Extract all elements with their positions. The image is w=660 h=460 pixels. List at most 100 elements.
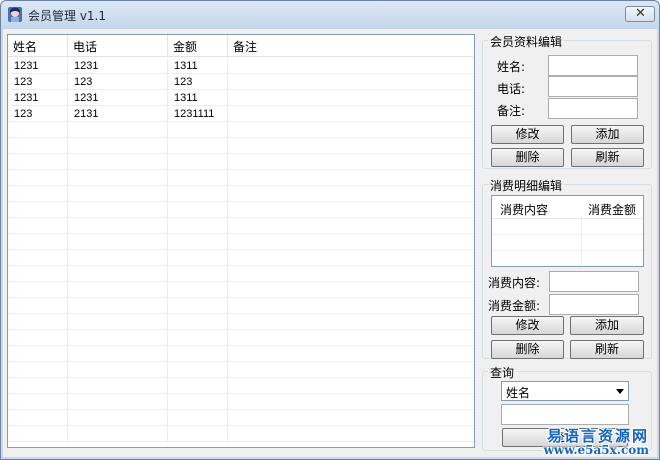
table-cell	[68, 346, 168, 362]
consume-amount-field[interactable]	[549, 294, 639, 315]
empty-table-row[interactable]	[8, 410, 474, 426]
empty-table-row[interactable]	[8, 426, 474, 442]
table-cell	[168, 394, 228, 410]
name-field[interactable]	[548, 55, 638, 76]
close-icon: ✕	[635, 6, 646, 21]
table-cell	[228, 266, 474, 282]
member-refresh-button[interactable]: 刷新	[571, 148, 644, 167]
empty-table-row[interactable]	[8, 314, 474, 330]
table-cell	[68, 266, 168, 282]
table-cell	[228, 106, 474, 122]
consume-add-button[interactable]: 添加	[570, 316, 644, 335]
empty-table-row[interactable]	[8, 298, 474, 314]
consume-row-line	[492, 250, 643, 251]
column-header-amount[interactable]: 金额	[168, 35, 228, 57]
table-cell: 123	[68, 74, 168, 90]
empty-table-row[interactable]	[8, 170, 474, 186]
table-cell	[8, 346, 68, 362]
empty-table-row[interactable]	[8, 330, 474, 346]
table-cell	[228, 154, 474, 170]
table-cell: 123	[8, 74, 68, 90]
consume-edit-group: 消费明细编辑 消费内容 消费金额 消费内容: 消费金额: 修改 添加 删除 刷新	[482, 177, 652, 359]
empty-table-row[interactable]	[8, 186, 474, 202]
empty-table-row[interactable]	[8, 346, 474, 362]
table-cell: 1231	[8, 90, 68, 106]
table-cell: 2131	[68, 106, 168, 122]
table-cell	[228, 170, 474, 186]
consume-content-field[interactable]	[549, 271, 639, 292]
table-cell	[228, 250, 474, 266]
empty-table-row[interactable]	[8, 250, 474, 266]
table-cell	[68, 362, 168, 378]
empty-table-row[interactable]	[8, 138, 474, 154]
table-cell	[168, 122, 228, 138]
table-cell	[228, 74, 474, 90]
table-cell: 1231111	[168, 106, 228, 122]
title-bar[interactable]: 会员管理 v1.1 ✕	[1, 1, 659, 29]
column-header-note[interactable]: 备注	[228, 35, 474, 57]
query-field-select[interactable]: 姓名	[501, 381, 629, 401]
phone-field[interactable]	[548, 76, 638, 97]
column-header-name[interactable]: 姓名	[8, 35, 68, 57]
table-cell	[228, 410, 474, 426]
consume-column-content[interactable]: 消费内容	[500, 201, 548, 218]
table-cell: 123	[8, 106, 68, 122]
table-cell	[228, 138, 474, 154]
table-cell	[168, 138, 228, 154]
note-label: 备注:	[497, 104, 526, 118]
table-cell	[8, 410, 68, 426]
empty-table-row[interactable]	[8, 362, 474, 378]
consume-delete-button[interactable]: 删除	[491, 340, 564, 359]
table-cell	[228, 298, 474, 314]
table-cell	[68, 298, 168, 314]
empty-table-row[interactable]	[8, 266, 474, 282]
table-cell	[168, 410, 228, 426]
consume-modify-button[interactable]: 修改	[491, 316, 564, 335]
consume-refresh-button[interactable]: 刷新	[570, 340, 644, 359]
table-cell	[168, 362, 228, 378]
chevron-down-icon[interactable]	[616, 389, 624, 394]
table-cell	[68, 394, 168, 410]
table-cell	[8, 362, 68, 378]
table-cell	[8, 330, 68, 346]
consume-list[interactable]: 消费内容 消费金额	[491, 195, 644, 267]
table-cell	[68, 186, 168, 202]
table-cell: 1231	[68, 90, 168, 106]
note-field[interactable]	[548, 98, 638, 119]
consume-column-amount[interactable]: 消费金额	[588, 201, 636, 218]
empty-table-row[interactable]	[8, 122, 474, 138]
table-cell	[168, 426, 228, 442]
table-cell	[228, 90, 474, 106]
table-row[interactable]: 123 2131 1231111	[8, 106, 474, 122]
empty-table-row[interactable]	[8, 234, 474, 250]
consume-edit-title: 消费明细编辑	[488, 177, 565, 194]
empty-table-row[interactable]	[8, 378, 474, 394]
empty-table-row[interactable]	[8, 154, 474, 170]
table-cell	[8, 234, 68, 250]
table-row[interactable]: 1231 1231 1311	[8, 58, 474, 74]
table-cell	[228, 282, 474, 298]
member-list-header: 姓名 电话 金额 备注	[8, 35, 474, 57]
close-button[interactable]: ✕	[625, 6, 655, 22]
member-add-button[interactable]: 添加	[571, 125, 644, 144]
query-keyword-field[interactable]	[501, 404, 629, 425]
table-cell	[168, 266, 228, 282]
table-cell	[168, 378, 228, 394]
table-cell	[8, 298, 68, 314]
table-row[interactable]: 1231 1231 1311	[8, 90, 474, 106]
table-cell	[8, 122, 68, 138]
table-cell	[8, 426, 68, 442]
member-list[interactable]: 姓名 电话 金额 备注 1231 1231 1311 123 123 123 1231 123…	[7, 34, 475, 448]
member-delete-button[interactable]: 删除	[491, 148, 564, 167]
table-cell	[168, 154, 228, 170]
empty-table-row[interactable]	[8, 394, 474, 410]
empty-table-row[interactable]	[8, 282, 474, 298]
empty-table-row[interactable]	[8, 202, 474, 218]
empty-table-row[interactable]	[8, 218, 474, 234]
table-cell	[68, 138, 168, 154]
table-cell	[168, 170, 228, 186]
column-header-phone[interactable]: 电话	[68, 35, 168, 57]
table-cell	[68, 218, 168, 234]
table-row[interactable]: 123 123 123	[8, 74, 474, 90]
member-modify-button[interactable]: 修改	[491, 125, 564, 144]
